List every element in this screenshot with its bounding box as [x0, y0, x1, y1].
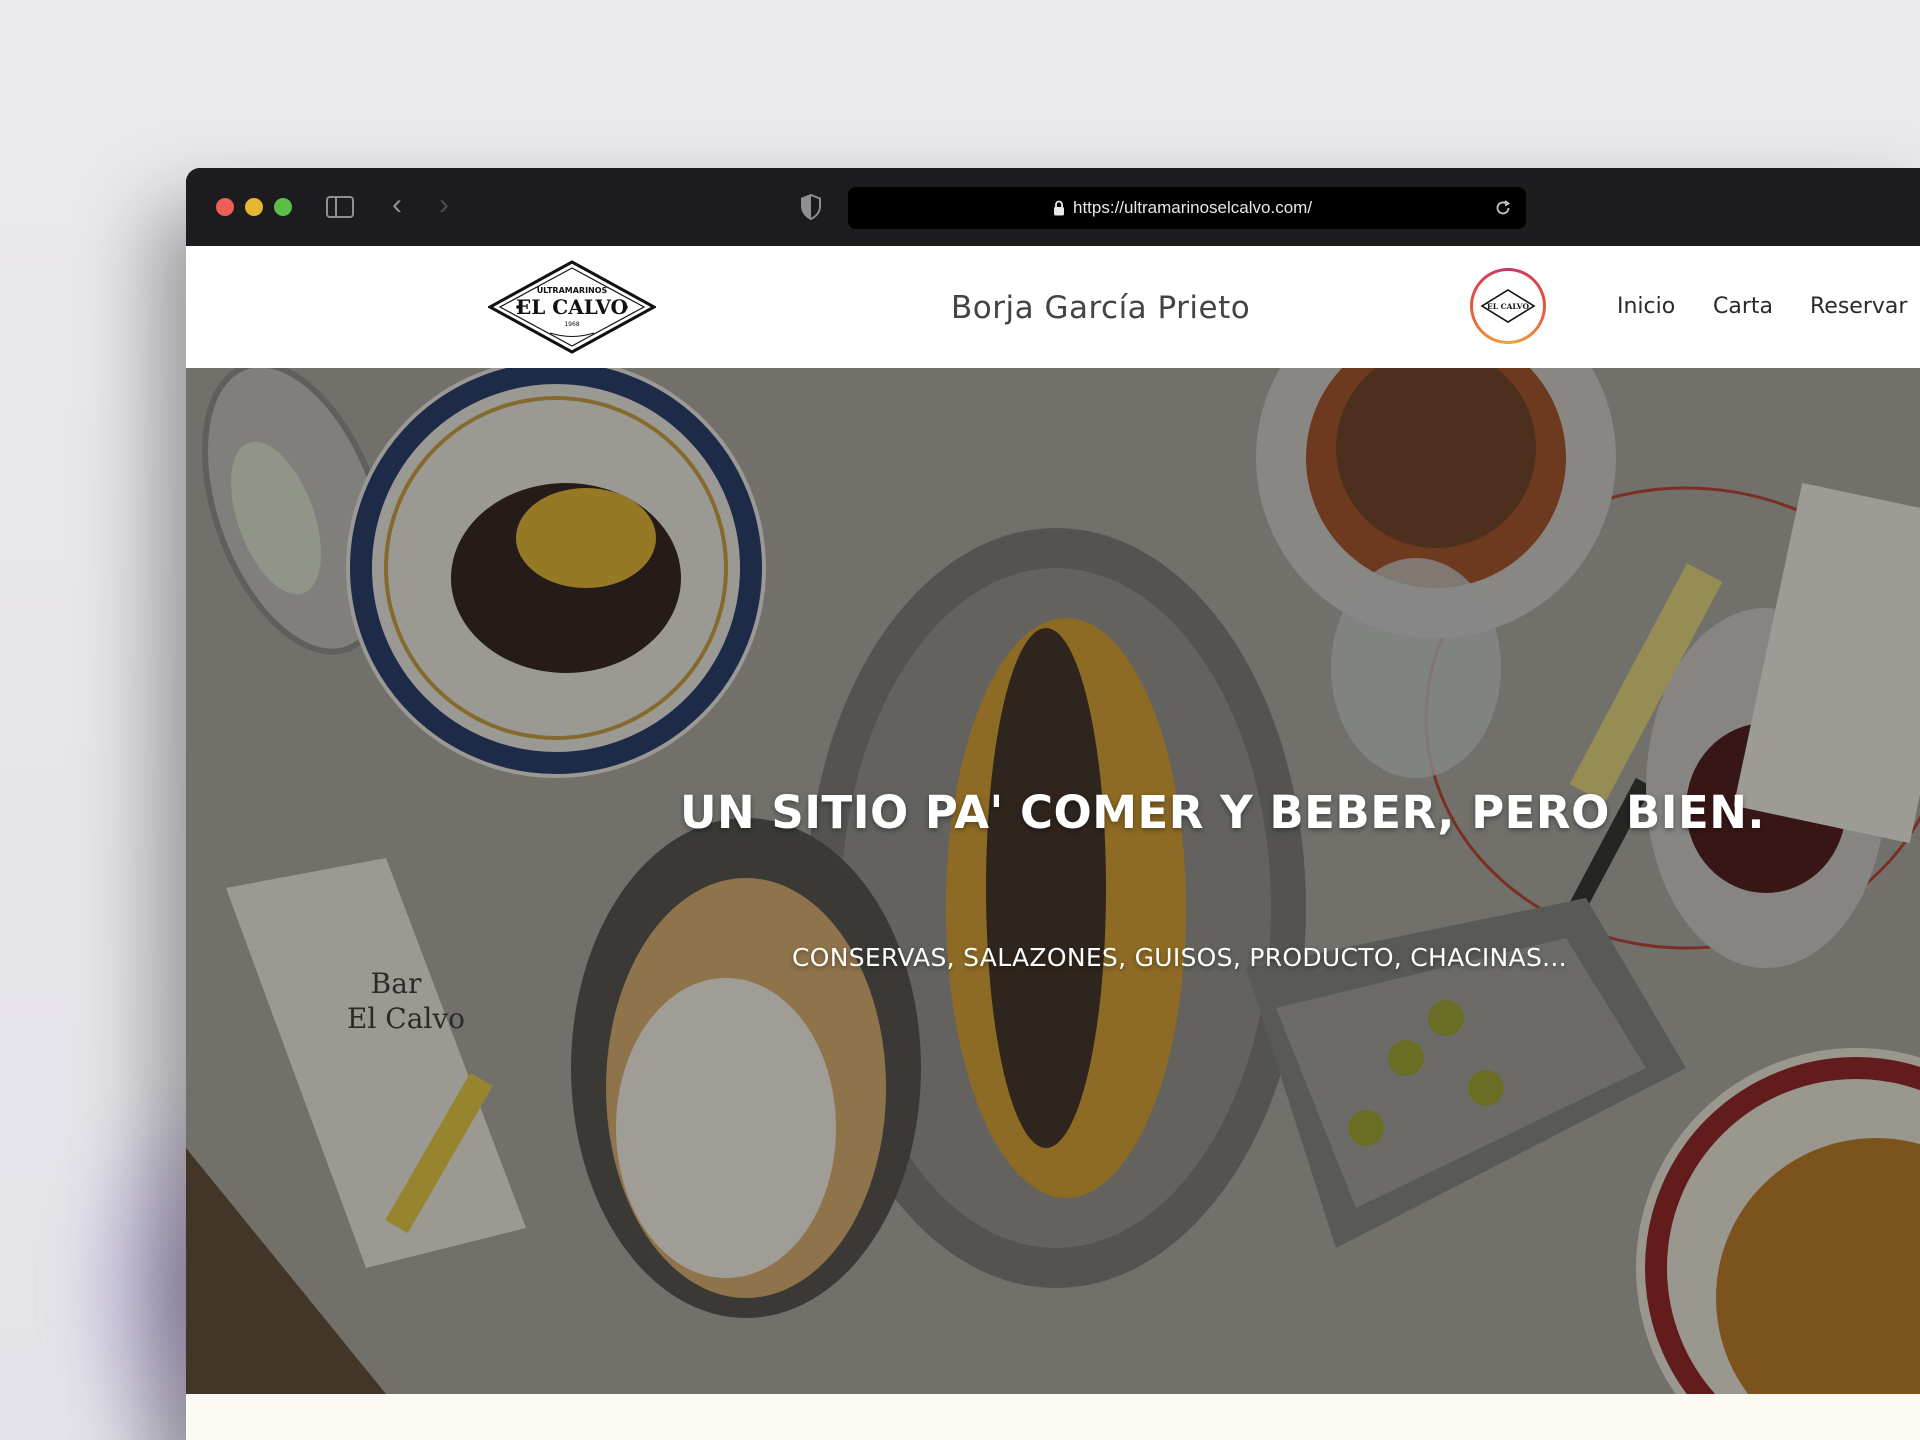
sidebar-icon[interactable] [326, 196, 354, 218]
lock-icon [1054, 200, 1064, 216]
chevron-left-icon[interactable]: ‹ [392, 190, 402, 220]
hero-title: UN SITIO PA' COMER Y BEBER, PERO BIEN. [680, 786, 1766, 839]
shield-icon[interactable] [800, 194, 822, 220]
chevron-right-icon[interactable]: › [439, 190, 449, 220]
instagram-story-badge[interactable]: EL CALVO [1470, 268, 1546, 344]
el-calvo-logo-small: EL CALVO [1480, 289, 1536, 323]
svg-text:EL CALVO: EL CALVO [1487, 302, 1529, 311]
nav-reservar[interactable]: Reservar [1810, 294, 1907, 319]
svg-text:EL CALVO: EL CALVO [516, 295, 628, 319]
el-calvo-logo[interactable]: ULTRAMARINOS EL CALVO 1968 [488, 260, 656, 354]
close-window-button[interactable] [216, 198, 234, 216]
browser-window: ‹ › https://ultramarinoselcalvo.com/ ULT… [186, 168, 1920, 1440]
minimize-window-button[interactable] [245, 198, 263, 216]
owner-name: Borja García Prieto [951, 290, 1251, 326]
svg-text:1968: 1968 [564, 321, 579, 328]
instagram-avatar: EL CALVO [1473, 271, 1543, 341]
nav-inicio[interactable]: Inicio [1617, 294, 1675, 319]
browser-toolbar: ‹ › https://ultramarinoselcalvo.com/ [186, 168, 1920, 246]
site-header: ULTRAMARINOS EL CALVO 1968 Borja García … [186, 246, 1920, 368]
hero-overlay [186, 368, 1920, 1394]
nav-carta[interactable]: Carta [1713, 294, 1773, 319]
zoom-window-button[interactable] [274, 198, 292, 216]
url-text: https://ultramarinoselcalvo.com/ [1073, 198, 1313, 217]
hero-subtitle: CONSERVAS, SALAZONES, GUISOS, PRODUCTO, … [792, 943, 1567, 972]
address-bar[interactable]: https://ultramarinoselcalvo.com/ [848, 187, 1526, 229]
next-section [186, 1394, 1920, 1440]
stage: ‹ › https://ultramarinoselcalvo.com/ ULT… [0, 0, 1920, 1440]
svg-text:ULTRAMARINOS: ULTRAMARINOS [537, 286, 608, 295]
hero-section: Bar El Calvo UN SITIO PA' COMER Y BEBER,… [186, 368, 1920, 1394]
reload-icon[interactable] [1494, 199, 1512, 217]
